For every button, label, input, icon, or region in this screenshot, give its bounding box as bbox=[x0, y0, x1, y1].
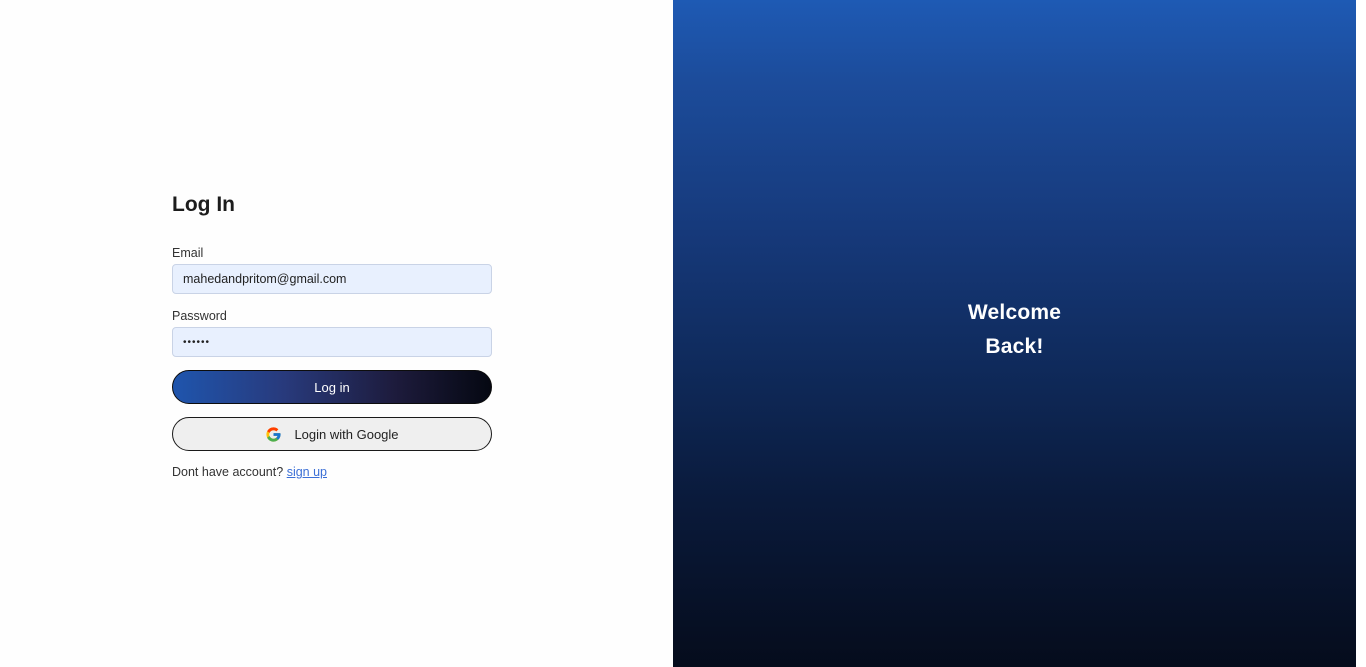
signup-line: Dont have account? sign up bbox=[172, 465, 492, 479]
google-icon bbox=[265, 426, 282, 443]
email-value: mahedandpritom@gmail.com bbox=[183, 272, 347, 286]
welcome-line-1: Welcome bbox=[967, 301, 1062, 324]
google-button-label: Login with Google bbox=[294, 426, 399, 442]
welcome-line-2: Back! bbox=[985, 335, 1044, 358]
password-value: •••••• bbox=[183, 336, 211, 348]
signup-prompt: Dont have account? bbox=[172, 465, 284, 479]
page-title: Log In bbox=[172, 193, 235, 216]
right-gutter bbox=[1356, 0, 1366, 667]
welcome-message: Welcome Back! bbox=[673, 296, 1356, 364]
page: Log In Email mahedandpritom@gmail.com Pa… bbox=[0, 0, 1366, 667]
login-form: Log In Email mahedandpritom@gmail.com Pa… bbox=[172, 188, 492, 479]
login-panel: Log In Email mahedandpritom@gmail.com Pa… bbox=[0, 0, 673, 667]
password-field[interactable]: •••••• bbox=[172, 327, 492, 357]
email-label: Email bbox=[172, 246, 204, 260]
password-label: Password bbox=[172, 309, 227, 323]
email-field[interactable]: mahedandpritom@gmail.com bbox=[172, 264, 492, 294]
login-button[interactable]: Log in bbox=[172, 370, 492, 404]
google-login-button[interactable]: Login with Google bbox=[172, 417, 492, 451]
login-button-label: Log in bbox=[314, 379, 350, 395]
welcome-panel: Welcome Back! bbox=[673, 0, 1356, 667]
signup-link[interactable]: sign up bbox=[287, 465, 327, 479]
